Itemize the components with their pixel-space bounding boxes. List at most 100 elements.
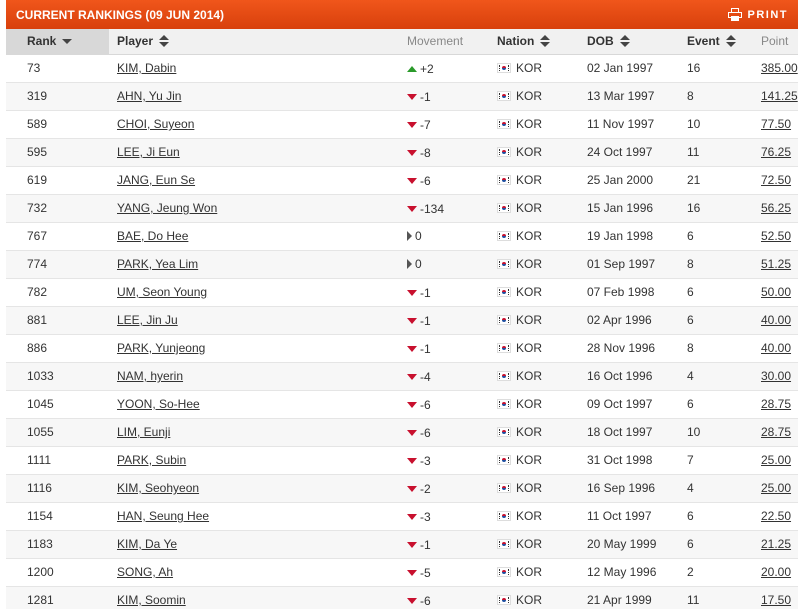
- player-link[interactable]: JANG, Eun Se: [117, 173, 195, 187]
- korea-flag-icon: [497, 202, 511, 213]
- player-link[interactable]: PARK, Yunjeong: [117, 341, 205, 355]
- column-header-player[interactable]: Player: [109, 29, 407, 55]
- movement-cell: 0: [407, 250, 497, 279]
- point-cell: 52.50: [761, 222, 798, 251]
- event-cell: 2: [687, 558, 761, 587]
- korea-flag-icon: [497, 146, 511, 157]
- event-cell: 16: [687, 194, 761, 223]
- point-link[interactable]: 385.00: [761, 61, 798, 75]
- dob-cell: 11 Oct 1997: [587, 502, 687, 531]
- event-cell: 11: [687, 138, 761, 167]
- korea-flag-icon: [497, 566, 511, 577]
- event-cell: 4: [687, 362, 761, 391]
- point-link[interactable]: 76.25: [761, 145, 791, 159]
- point-link[interactable]: 51.25: [761, 257, 791, 271]
- movement-cell: -134: [407, 194, 497, 223]
- column-header-rank[interactable]: Rank: [6, 29, 109, 55]
- korea-flag-icon: [497, 594, 511, 605]
- table-row: 881 LEE, Jin Ju -1 KOR 02 Apr 1996 6 40.00: [6, 306, 798, 335]
- event-cell: 8: [687, 334, 761, 363]
- rank-cell: 589: [6, 110, 109, 139]
- point-link[interactable]: 50.00: [761, 285, 791, 299]
- dob-cell: 28 Nov 1996: [587, 334, 687, 363]
- point-cell: 28.75: [761, 418, 798, 447]
- rank-cell: 595: [6, 138, 109, 167]
- player-link[interactable]: NAM, hyerin: [117, 369, 183, 383]
- point-link[interactable]: 40.00: [761, 341, 791, 355]
- player-cell: SONG, Ah: [109, 558, 407, 587]
- rank-cell: 73: [6, 54, 109, 83]
- player-cell: LEE, Jin Ju: [109, 306, 407, 335]
- event-cell: 21: [687, 166, 761, 195]
- point-link[interactable]: 77.50: [761, 117, 791, 131]
- player-link[interactable]: HAN, Seung Hee: [117, 509, 209, 523]
- point-link[interactable]: 22.50: [761, 509, 791, 523]
- arrow-down-icon: [407, 289, 417, 296]
- nation-cell: KOR: [497, 446, 587, 475]
- player-link[interactable]: KIM, Soomin: [117, 593, 186, 607]
- arrow-right-icon: [407, 258, 412, 269]
- column-header-nation[interactable]: Nation: [497, 29, 587, 55]
- point-link[interactable]: 141.25: [761, 89, 798, 103]
- point-link[interactable]: 25.00: [761, 481, 791, 495]
- player-link[interactable]: AHN, Yu Jin: [117, 89, 181, 103]
- arrow-down-icon: [407, 597, 417, 604]
- point-link[interactable]: 28.75: [761, 425, 791, 439]
- korea-flag-icon: [497, 482, 511, 493]
- movement-cell: -4: [407, 362, 497, 391]
- point-cell: 30.00: [761, 362, 798, 391]
- korea-flag-icon: [497, 426, 511, 437]
- arrow-down-icon: [407, 317, 417, 324]
- point-link[interactable]: 17.50: [761, 593, 791, 607]
- player-link[interactable]: UM, Seon Young: [117, 285, 207, 299]
- rankings-header: CURRENT RANKINGS (09 JUN 2014) PRINT: [6, 0, 798, 29]
- dob-cell: 02 Jan 1997: [587, 54, 687, 83]
- player-link[interactable]: CHOI, Suyeon: [117, 117, 194, 131]
- point-link[interactable]: 30.00: [761, 369, 791, 383]
- player-link[interactable]: PARK, Yea Lim: [117, 257, 198, 271]
- rank-cell: 619: [6, 166, 109, 195]
- printer-icon: [727, 8, 742, 21]
- player-link[interactable]: PARK, Subin: [117, 453, 186, 467]
- player-link[interactable]: LEE, Jin Ju: [117, 313, 178, 327]
- print-button[interactable]: PRINT: [727, 8, 789, 21]
- point-cell: 141.25: [761, 82, 798, 111]
- point-link[interactable]: 28.75: [761, 397, 791, 411]
- korea-flag-icon: [497, 314, 511, 325]
- rank-cell: 881: [6, 306, 109, 335]
- point-cell: 51.25: [761, 250, 798, 279]
- event-cell: 6: [687, 502, 761, 531]
- player-link[interactable]: KIM, Seohyeon: [117, 481, 199, 495]
- player-link[interactable]: YOON, So-Hee: [117, 397, 200, 411]
- sort-icon: [619, 35, 630, 48]
- dob-cell: 16 Sep 1996: [587, 474, 687, 503]
- point-link[interactable]: 21.25: [761, 537, 791, 551]
- rank-cell: 1055: [6, 418, 109, 447]
- movement-cell: -5: [407, 558, 497, 587]
- player-link[interactable]: YANG, Jeung Won: [117, 201, 217, 215]
- point-link[interactable]: 20.00: [761, 565, 791, 579]
- point-link[interactable]: 56.25: [761, 201, 791, 215]
- player-link[interactable]: KIM, Da Ye: [117, 537, 177, 551]
- player-link[interactable]: LIM, Eunji: [117, 425, 170, 439]
- korea-flag-icon: [497, 230, 511, 241]
- player-link[interactable]: BAE, Do Hee: [117, 229, 188, 243]
- point-link[interactable]: 72.50: [761, 173, 791, 187]
- movement-cell: -1: [407, 334, 497, 363]
- column-header-dob[interactable]: DOB: [587, 29, 687, 55]
- nation-cell: KOR: [497, 138, 587, 167]
- dob-cell: 15 Jan 1996: [587, 194, 687, 223]
- dob-cell: 01 Sep 1997: [587, 250, 687, 279]
- player-cell: BAE, Do Hee: [109, 222, 407, 251]
- point-link[interactable]: 25.00: [761, 453, 791, 467]
- point-cell: 385.00: [761, 54, 798, 83]
- player-link[interactable]: SONG, Ah: [117, 565, 173, 579]
- player-link[interactable]: KIM, Dabin: [117, 61, 176, 75]
- point-link[interactable]: 40.00: [761, 313, 791, 327]
- column-header-event[interactable]: Event: [687, 29, 761, 55]
- dob-cell: 13 Mar 1997: [587, 82, 687, 111]
- player-link[interactable]: LEE, Ji Eun: [117, 145, 180, 159]
- point-link[interactable]: 52.50: [761, 229, 791, 243]
- point-cell: 20.00: [761, 558, 798, 587]
- rank-cell: 1111: [6, 446, 109, 475]
